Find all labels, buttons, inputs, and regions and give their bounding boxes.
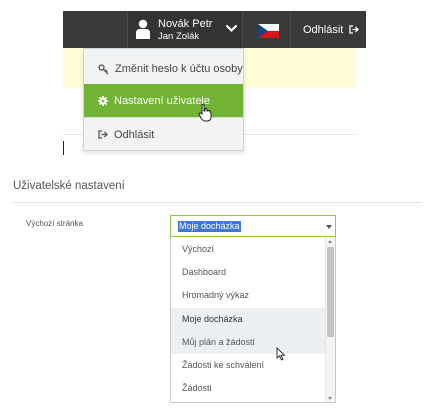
key-icon xyxy=(98,63,109,74)
caret-down-icon xyxy=(326,225,332,229)
logout-button[interactable]: Odhlásit xyxy=(290,11,360,48)
start-page-options: Výchozí Dashboard Hromadný výkaz Moje do… xyxy=(170,237,336,403)
scroll-down-arrow-icon[interactable] xyxy=(328,397,332,400)
menu-item-change-password[interactable]: Změnit heslo k účtu osoby xyxy=(84,52,243,86)
text-caret xyxy=(63,141,64,155)
scrollbar-thumb[interactable] xyxy=(327,247,334,337)
select-option-selected[interactable]: Moje docházka xyxy=(171,308,327,331)
menu-item-label: Nastavení uživatele xyxy=(114,95,210,107)
scroll-up-arrow-icon[interactable] xyxy=(328,240,332,243)
czech-flag-icon[interactable] xyxy=(258,24,279,38)
start-page-label: Výchozí stránka xyxy=(26,219,83,228)
select-option[interactable]: Žádosti ke schválení xyxy=(171,354,327,377)
select-option[interactable]: Žádosti xyxy=(171,377,327,400)
start-page-select[interactable]: Moje docházka xyxy=(170,215,336,237)
user-avatar-icon xyxy=(136,19,150,39)
sign-out-icon xyxy=(349,25,360,34)
select-option[interactable]: Výchozí xyxy=(171,238,327,261)
options-scrollbar[interactable] xyxy=(325,237,335,402)
gear-icon xyxy=(98,96,108,106)
menu-item-logout[interactable]: Odhlásit xyxy=(84,117,243,151)
select-option-hovered[interactable]: Můj plán a žádosti xyxy=(171,331,327,354)
user-menu-toggle[interactable]: Novák Petr Jan Zolák xyxy=(127,11,243,48)
select-option[interactable]: Hromadný výkaz xyxy=(171,284,327,307)
user-subtitle: Jan Zolák xyxy=(158,31,200,42)
start-page-selected-value: Moje docházka xyxy=(178,221,241,232)
user-dropdown-menu: Změnit heslo k účtu osoby Nastavení uživ… xyxy=(83,48,244,151)
sign-out-icon xyxy=(98,130,108,139)
top-bar: Novák Petr Jan Zolák Odhlásit xyxy=(63,11,366,48)
select-option[interactable]: Dashboard xyxy=(171,261,327,284)
section-divider xyxy=(13,202,422,203)
menu-item-label: Odhlásit xyxy=(114,128,155,141)
menu-item-user-settings[interactable]: Nastavení uživatele xyxy=(84,84,243,118)
user-name: Novák Petr xyxy=(158,18,213,30)
section-title: Uživatelské nastavení xyxy=(13,180,125,192)
chevron-down-icon xyxy=(226,24,237,33)
menu-item-label: Změnit heslo k účtu osoby xyxy=(115,63,243,75)
logout-label: Odhlásit xyxy=(303,23,344,36)
